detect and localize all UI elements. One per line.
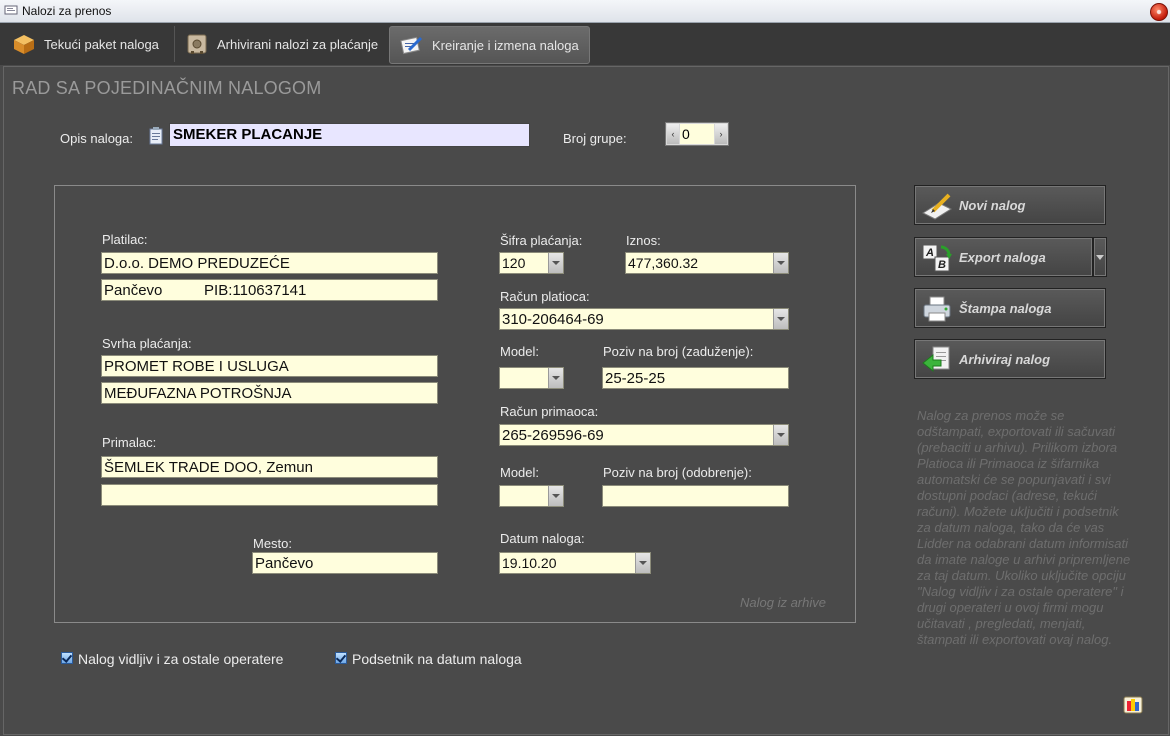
help-icon[interactable] xyxy=(1122,695,1144,715)
reminder-checkbox[interactable] xyxy=(335,652,347,664)
payment-code-label: Šifra plaćanja: xyxy=(500,233,583,248)
decrement-arrow-icon[interactable]: ‹ xyxy=(667,124,679,144)
chevron-down-icon xyxy=(1096,255,1104,260)
model1-combo[interactable] xyxy=(499,367,564,389)
model2-label: Model: xyxy=(500,465,540,480)
window-title: Nalozi za prenos xyxy=(22,4,112,18)
tab-label: Tekući paket naloga xyxy=(44,37,159,52)
reference-debit-label: Poziv na broj (zaduženje): xyxy=(603,344,754,359)
close-button[interactable] xyxy=(1150,3,1168,21)
tab-bar: Tekući paket naloga Arhivirani nalozi za… xyxy=(0,23,1170,65)
button-label: Novi nalog xyxy=(959,198,1026,213)
order-date-value: 19.10.20 xyxy=(502,555,557,571)
box-icon xyxy=(14,35,34,54)
recipient-address-field[interactable] xyxy=(101,484,438,506)
tab-archived-orders[interactable]: Arhivirani nalozi za plaćanje xyxy=(174,26,387,62)
notes-icon[interactable] xyxy=(148,126,166,146)
export-dropdown-button[interactable] xyxy=(1093,237,1107,277)
tab-label: Arhivirani nalozi za plaćanje xyxy=(217,37,379,52)
archive-arrow-icon xyxy=(922,346,950,373)
recipient-label: Primalac: xyxy=(102,435,157,450)
export-ab-icon: A B xyxy=(922,244,952,272)
chevron-down-icon[interactable] xyxy=(773,253,788,273)
model1-label: Model: xyxy=(500,344,540,359)
description-label: Opis naloga: xyxy=(60,131,133,146)
visible-checkbox-label[interactable]: Nalog vidljiv i za ostale operatere xyxy=(78,651,283,667)
description-input[interactable]: SMEKER PLACANJE xyxy=(169,123,530,147)
group-value[interactable]: 0 xyxy=(680,124,714,144)
chevron-down-icon[interactable] xyxy=(773,309,788,329)
group-label: Broj grupe: xyxy=(563,131,627,146)
chevron-down-icon[interactable] xyxy=(548,368,563,388)
purpose-label: Svrha plaćanja: xyxy=(102,336,192,351)
purpose-line2-field[interactable]: MEĐUFAZNA POTROŠNJA xyxy=(101,382,438,404)
pencil-paper-icon xyxy=(921,193,953,220)
order-date-label: Datum naloga: xyxy=(500,531,585,546)
printer-icon xyxy=(923,296,951,322)
chevron-down-icon[interactable] xyxy=(548,486,563,506)
amount-combo[interactable]: 477,360.32 xyxy=(625,252,789,274)
payer-account-value: 310-206464-69 xyxy=(502,311,604,328)
reminder-checkbox-label[interactable]: Podsetnik na datum naloga xyxy=(352,651,522,667)
button-label: Export naloga xyxy=(959,250,1046,265)
svg-text:A: A xyxy=(925,247,934,259)
tab-current-package[interactable]: Tekući paket naloga xyxy=(2,26,170,62)
payer-address-field[interactable]: Pančevo PIB:110637141 xyxy=(101,279,438,301)
button-label: Štampa naloga xyxy=(959,301,1052,316)
title-bar: Nalozi za prenos xyxy=(0,0,1170,23)
reference-debit-field[interactable]: 25-25-25 xyxy=(602,367,789,389)
place-field[interactable]: Pančevo xyxy=(252,552,438,574)
window-icon xyxy=(4,5,18,15)
tab-create-edit-order[interactable]: Kreiranje i izmena naloga xyxy=(389,26,590,64)
print-order-button[interactable]: Štampa naloga xyxy=(914,288,1106,328)
increment-arrow-icon[interactable]: › xyxy=(715,124,727,144)
safe-icon xyxy=(187,34,207,54)
payer-account-combo[interactable]: 310-206464-69 xyxy=(499,308,789,330)
model2-combo[interactable] xyxy=(499,485,564,507)
chevron-down-icon[interactable] xyxy=(635,553,650,573)
purpose-line1-field[interactable]: PROMET ROBE I USLUGA xyxy=(101,355,438,377)
recipient-account-value: 265-269596-69 xyxy=(502,427,604,444)
reference-credit-label: Poziv na broj (odobrenje): xyxy=(603,465,752,480)
group-spinner[interactable]: ‹ 0 › xyxy=(665,122,729,146)
chevron-down-icon[interactable] xyxy=(548,253,563,273)
payment-code-value: 120 xyxy=(502,255,526,271)
help-text: Nalog za prenos može se odštampati, expo… xyxy=(917,408,1131,647)
chevron-down-icon[interactable] xyxy=(773,425,788,445)
recipient-account-label: Račun primaoca: xyxy=(500,404,599,419)
visible-checkbox[interactable] xyxy=(61,652,73,664)
amount-value: 477,360.32 xyxy=(628,255,699,271)
svg-text:B: B xyxy=(938,259,946,271)
payment-code-combo[interactable]: 120 xyxy=(499,252,564,274)
button-label: Arhiviraj nalog xyxy=(959,352,1051,367)
recipient-name-field[interactable]: ŠEMLEK TRADE DOO, Zemun xyxy=(101,456,438,478)
payer-account-label: Račun platioca: xyxy=(500,289,590,304)
order-date-picker[interactable]: 19.10.20 xyxy=(499,552,651,574)
order-form-group xyxy=(54,185,856,623)
place-label: Mesto: xyxy=(253,536,293,551)
recipient-account-combo[interactable]: 265-269596-69 xyxy=(499,424,789,446)
edit-document-icon xyxy=(400,36,423,55)
archive-order-button[interactable]: Arhiviraj nalog xyxy=(914,339,1106,379)
new-order-button[interactable]: Novi nalog xyxy=(914,185,1106,225)
amount-label: Iznos: xyxy=(626,233,661,248)
export-order-button[interactable]: A B Export naloga xyxy=(914,237,1093,277)
tab-label: Kreiranje i izmena naloga xyxy=(432,38,579,53)
reference-credit-field[interactable] xyxy=(602,485,789,507)
page-title: RAD SA POJEDINAČNIM NALOGOM xyxy=(12,78,322,98)
payer-name-field[interactable]: D.o.o. DEMO PREDUZEĆE xyxy=(101,252,438,274)
payer-label: Platilac: xyxy=(102,232,148,247)
archive-note: Nalog iz arhive xyxy=(740,595,826,610)
